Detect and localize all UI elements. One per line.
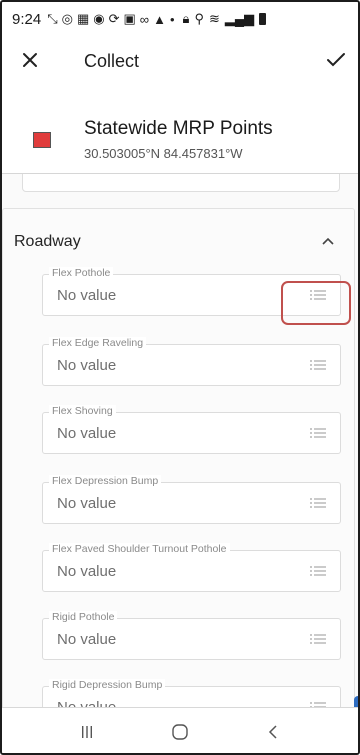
field-rigid-depression-bump[interactable]: Rigid Depression Bump No value — [42, 679, 341, 707]
lock-icon: 🔒︎ — [182, 11, 190, 26]
field-label: Flex Edge Raveling — [49, 337, 147, 349]
sync-icon: ⟳ — [108, 11, 120, 26]
field-value: No value — [57, 425, 117, 442]
back-icon — [269, 724, 277, 739]
dot-icon: • — [169, 11, 175, 27]
list-icon[interactable] — [308, 495, 328, 511]
field-value: No value — [57, 631, 117, 648]
layer-symbol-icon — [33, 132, 51, 148]
form-scroll-area[interactable]: Roadway Flex Pothole No value Flex Edge … — [2, 174, 358, 707]
back-button[interactable] — [253, 717, 293, 747]
missed-call-icon: ⤡ — [47, 11, 58, 26]
location-icon: ⚲ — [194, 11, 204, 26]
list-icon[interactable] — [308, 563, 328, 579]
voicemail-icon: ∞ — [139, 11, 150, 27]
app-bar: Collect — [2, 36, 358, 118]
field-label: Flex Pothole — [49, 267, 114, 279]
phone-frame: 9:24 ⤡ ◎ ▦ ◉ ⟳ ▣ ∞ ▲ • 🔒︎ ⚲ ≋ ▂▄▆ Collec… — [0, 0, 360, 755]
field-label: Flex Shoving — [49, 405, 116, 417]
layer-header: Statewide MRP Points 30.503005°N 84.4578… — [2, 118, 358, 174]
field-value: No value — [57, 495, 117, 512]
close-button[interactable] — [14, 44, 46, 76]
notification-icons: ⤡ ◎ ▦ ◉ ⟳ ▣ ∞ ▲ • — [47, 11, 174, 27]
field-value: No value — [57, 563, 117, 580]
home-button[interactable] — [160, 717, 200, 747]
list-icon[interactable] — [308, 631, 328, 647]
submit-button[interactable] — [320, 44, 352, 76]
recents-button[interactable] — [67, 717, 107, 747]
section-title: Roadway — [14, 233, 81, 250]
status-time: 9:24 — [12, 10, 42, 28]
field-rigid-pothole[interactable]: Rigid Pothole No value — [42, 611, 341, 660]
field-label: Flex Depression Bump — [49, 475, 162, 487]
layer-name: Statewide MRP Points — [84, 118, 273, 139]
previous-section-card[interactable] — [22, 174, 340, 192]
field-label: Rigid Depression Bump — [49, 679, 166, 691]
teams-icon: ▣ — [123, 11, 136, 26]
field-value: No value — [57, 699, 116, 707]
field-flex-paved-shoulder-turnout-pothole[interactable]: Flex Paved Shoulder Turnout Pothole No v… — [42, 543, 341, 592]
system-nav-bar — [2, 707, 358, 753]
field-label: Flex Paved Shoulder Turnout Pothole — [49, 543, 230, 555]
home-icon — [172, 723, 188, 740]
warning-icon: ▲ — [153, 11, 166, 27]
field-value: No value — [57, 287, 117, 304]
status-bar: 9:24 ⤡ ◎ ▦ ◉ ⟳ ▣ ∞ ▲ • 🔒︎ ⚲ ≋ ▂▄▆ — [2, 2, 358, 36]
signal-icon: ▂▄▆ — [224, 11, 255, 26]
field-label: Rigid Pothole — [49, 611, 118, 623]
page-title: Collect — [84, 51, 140, 71]
list-icon[interactable] — [308, 425, 328, 441]
whatsapp-icon: ◎ — [61, 11, 73, 26]
recents-icon — [81, 725, 92, 738]
list-icon[interactable] — [308, 699, 328, 707]
app-icon: ▦ — [76, 11, 90, 26]
system-status-icons: 🔒︎ ⚲ ≋ ▂▄▆ — [183, 11, 267, 27]
field-value: No value — [57, 357, 117, 374]
battery-icon — [259, 13, 267, 25]
highlight-annotation — [281, 281, 351, 325]
list-icon[interactable] — [308, 357, 328, 373]
chevron-up-icon — [322, 237, 334, 245]
layer-coordinates: 30.503005°N 84.457831°W — [84, 146, 243, 161]
field-flex-shoving[interactable]: Flex Shoving No value — [42, 405, 341, 454]
field-flex-edge-raveling[interactable]: Flex Edge Raveling No value — [42, 337, 341, 386]
field-flex-depression-bump[interactable]: Flex Depression Bump No value — [42, 475, 341, 524]
section-collapse-button[interactable] — [318, 231, 338, 251]
app2-icon: ◉ — [93, 11, 105, 26]
wifi-icon: ≋ — [208, 11, 220, 26]
close-icon — [23, 53, 37, 67]
checkmark-icon — [327, 53, 345, 67]
